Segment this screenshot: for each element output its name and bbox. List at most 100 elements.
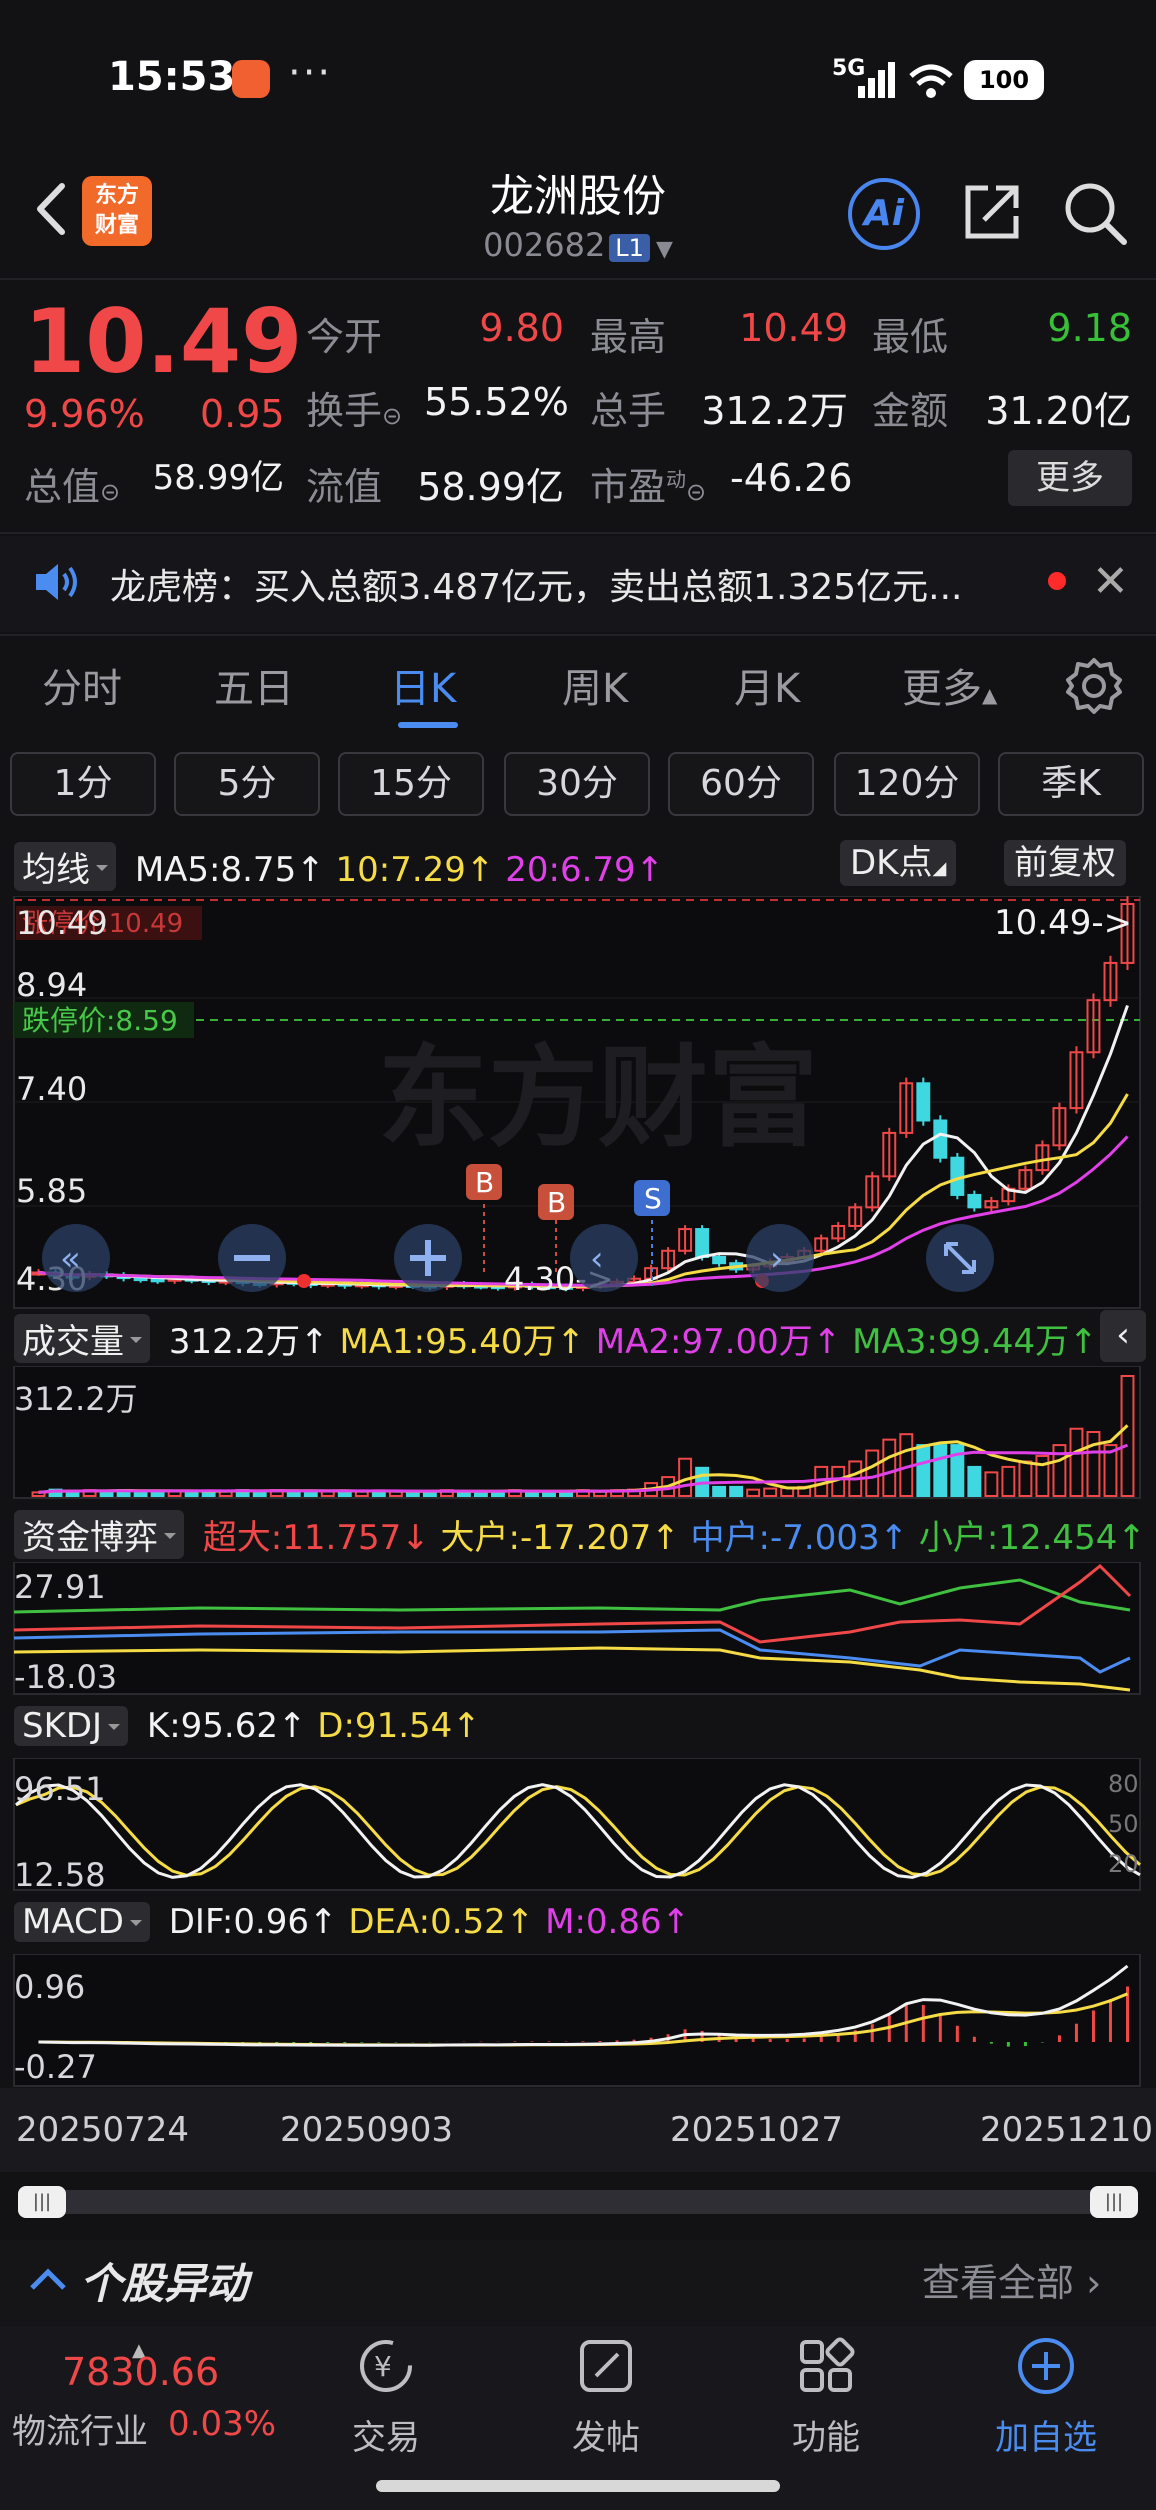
volume-ma2: MA2:97.00万↑ (595, 1322, 842, 1362)
macd-dropdown[interactable]: MACD (14, 1902, 150, 1942)
tab-intraday[interactable]: 分时 (42, 656, 122, 714)
volume-label: 总手 (590, 389, 667, 433)
period-quarter-k-button[interactable]: 季K (998, 752, 1144, 816)
nav-functions[interactable]: 功能 (756, 2410, 896, 2459)
svg-text:«: « (60, 1239, 81, 1279)
period-5min-button[interactable]: 5分 (174, 752, 320, 816)
date-label: 20251210 (980, 2110, 1154, 2150)
skdj-tick: 20 (1108, 1850, 1139, 1878)
share-icon[interactable] (960, 180, 1024, 244)
notice-text[interactable]: 龙虎榜：买入总额3.487亿元，卖出总额1.325亿元... (110, 558, 962, 610)
post-icon[interactable] (574, 2334, 638, 2398)
grid-icon[interactable] (794, 2334, 858, 2398)
candle-body (712, 1255, 727, 1265)
view-all-link[interactable]: 查看全部 › (922, 2252, 1101, 2307)
volume-y-label: 312.2万 (14, 1380, 138, 1418)
tab-more[interactable]: 更多▲ (902, 656, 997, 714)
y-label-2: 8.94 (16, 966, 87, 1004)
limit-down-label: 跌停价:8.59 (22, 1004, 178, 1037)
high-value: 10.49 (739, 306, 848, 350)
level-badge: L1 (609, 234, 650, 262)
event-dot (297, 1274, 311, 1288)
close-icon[interactable]: ✕ (1092, 556, 1129, 607)
fund-y-bottom: -18.03 (14, 1658, 117, 1696)
change-percent: 9.96% (24, 392, 145, 436)
ma5-value: MA5:8.75↑ (134, 850, 325, 890)
wifi-icon (909, 64, 953, 98)
status-time: 15:53 (108, 54, 236, 100)
macd-dif: DIF:0.96↑ (168, 1902, 338, 1942)
ai-button[interactable]: Ai (848, 178, 920, 250)
range-slider-track[interactable] (20, 2190, 1136, 2214)
search-icon[interactable] (1060, 178, 1130, 248)
period-1min-button[interactable]: 1分 (10, 752, 156, 816)
volume-chart[interactable]: 312.2万 (0, 1366, 1156, 1500)
sell-marker-text: S (644, 1182, 662, 1215)
fullscreen-button (926, 1224, 994, 1292)
float-cap-value: 58.99亿 (417, 465, 564, 509)
buy-marker-text: B (475, 1166, 494, 1199)
range-slider-left-handle[interactable]: ||| (18, 2186, 66, 2218)
macd-chart[interactable]: 0.96 -0.27 (0, 1954, 1156, 2088)
volume-legend-row: 成交量 312.2万↑ MA1:95.40万↑ MA2:97.00万↑ MA3:… (14, 1314, 1098, 1363)
macd-legend-row: MACD DIF:0.96↑ DEA:0.52↑ M:0.86↑ (14, 1902, 690, 1942)
divider (0, 532, 1156, 534)
market-cap-value: 58.99亿 (152, 458, 284, 498)
volume-bar (967, 1465, 982, 1497)
fund-dropdown[interactable]: 资金博弈 (14, 1510, 184, 1559)
nav-add-watchlist[interactable]: 加自选 (976, 2410, 1116, 2459)
chevron-up-icon[interactable] (28, 2260, 68, 2300)
period-60min-button[interactable]: 60分 (668, 752, 814, 816)
active-tab-indicator (398, 722, 458, 728)
watermark: 东方财富 (378, 1037, 818, 1160)
collapse-panel-button[interactable]: ‹ (1100, 1310, 1146, 1362)
industry-index-value[interactable]: 7830.66 (62, 2350, 219, 2394)
ma10-value: 10:7.29↑ (335, 850, 495, 890)
adjust-toggle[interactable]: 前复权 (1004, 840, 1126, 886)
fund-small: 小户:12.454↑ (918, 1518, 1146, 1558)
high-label: 最高 (590, 315, 667, 359)
divider (0, 278, 1156, 280)
signal-icon (858, 62, 895, 98)
zoom-in-button (394, 1224, 462, 1292)
more-button[interactable]: 更多 (1008, 450, 1132, 506)
candle-body (916, 1082, 931, 1122)
turnover-label[interactable]: 换手⊝ (306, 380, 402, 435)
speaker-icon (36, 564, 77, 600)
macd-y-bottom: -0.27 (14, 2048, 97, 2086)
period-120min-button[interactable]: 120分 (834, 752, 980, 816)
gear-icon[interactable] (1064, 656, 1124, 716)
svg-text:‹: ‹ (590, 1239, 604, 1279)
volume-dropdown[interactable]: 成交量 (14, 1314, 150, 1363)
skdj-chart[interactable]: 96.51 12.58 80 50 20 (0, 1758, 1156, 1892)
nav-trade[interactable]: 交易 (316, 2410, 456, 2459)
battery-indicator: 100 (964, 60, 1044, 100)
ma-dropdown[interactable]: 均线 (14, 842, 116, 891)
industry-name[interactable]: 物流行业 (12, 2404, 148, 2453)
fund-flow-chart[interactable]: 27.91 -18.03 (0, 1562, 1156, 1696)
range-slider-right-handle[interactable]: ||| (1090, 2186, 1138, 2218)
add-watch-icon[interactable] (1014, 2334, 1078, 2398)
tab-weekly-k[interactable]: 周K (562, 656, 628, 714)
section-title: 个股异动 (80, 2259, 249, 2308)
tab-daily-k[interactable]: 日K (390, 656, 456, 714)
kline-chart[interactable]: 东方财富 涨停价:10.49 10.49 8.94 跌停价:8.59 7.40 … (0, 896, 1156, 1310)
period-30min-button[interactable]: 30分 (504, 752, 650, 816)
buy-marker-text: B (547, 1186, 566, 1219)
macd-dea: DEA:0.52↑ (348, 1902, 535, 1942)
market-cap-label[interactable]: 总值⊝ (24, 456, 120, 511)
nav-post[interactable]: 发帖 (536, 2410, 676, 2459)
dk-point-dropdown[interactable]: DK点◢ (840, 840, 957, 886)
trade-icon[interactable]: ¥ (354, 2334, 418, 2398)
scroll-left-button: « (42, 1224, 110, 1292)
more-notifications-icon: ··· (288, 50, 333, 96)
skdj-tick: 50 (1108, 1810, 1139, 1838)
skdj-dropdown[interactable]: SKDJ (14, 1706, 129, 1746)
turnover-value: 55.52% (424, 380, 569, 424)
fund-mid: 中户:-7.003↑ (690, 1518, 909, 1558)
tab-five-day[interactable]: 五日 (214, 656, 294, 714)
tab-monthly-k[interactable]: 月K (734, 656, 800, 714)
pe-label[interactable]: 市盈动⊝ (590, 456, 706, 511)
industry-change: 0.03% (168, 2404, 277, 2444)
period-15min-button[interactable]: 15分 (338, 752, 484, 816)
